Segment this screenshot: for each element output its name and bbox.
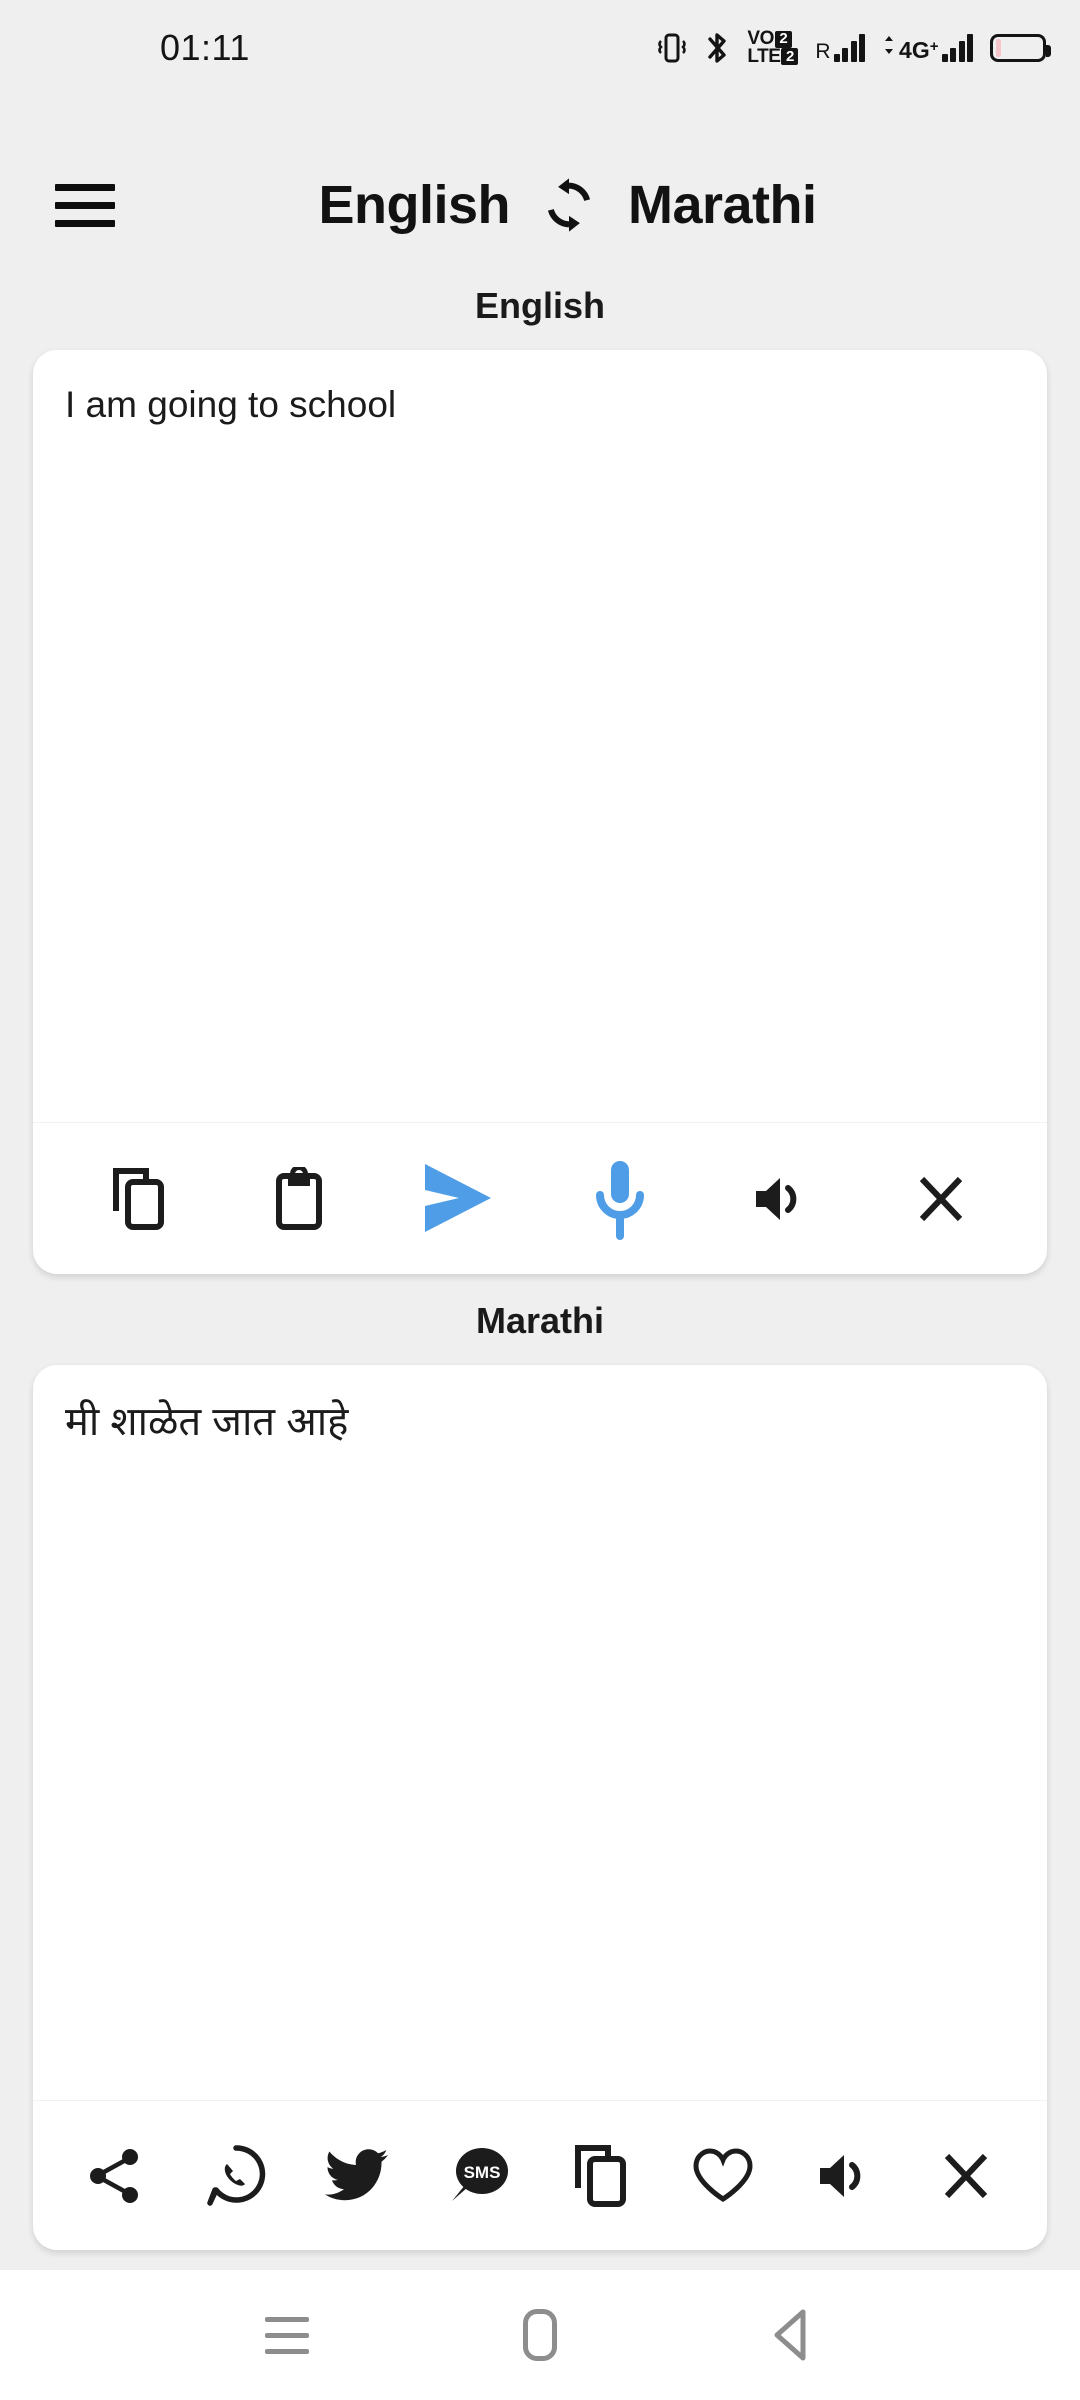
copy-button[interactable] — [558, 2133, 644, 2219]
translate-button[interactable] — [412, 1151, 508, 1247]
speak-button[interactable] — [801, 2133, 887, 2219]
volte-sim-badge-2: 2 — [781, 48, 799, 66]
status-icons: VO 2 LTE 2 R 4G + — [657, 29, 1051, 67]
favorite-button[interactable] — [680, 2133, 766, 2219]
volte-line2: LTE — [747, 46, 781, 67]
target-language-label: Marathi — [475, 1300, 605, 1341]
target-card: मी शाळेत जात आहे SMS — [33, 1365, 1047, 2250]
share-button[interactable] — [71, 2133, 157, 2219]
target-text-output[interactable]: मी शाळेत जात आहे — [33, 1365, 1047, 2100]
target-toolbar: SMS — [33, 2100, 1047, 2250]
clear-button[interactable] — [893, 1151, 989, 1247]
network-type: 4G + — [899, 37, 939, 63]
app-bar: English Marathi — [0, 150, 1080, 260]
volte-sim-badge: 2 — [774, 30, 792, 48]
roaming-letter: R — [815, 40, 831, 63]
sms-label: SMS — [464, 2163, 501, 2182]
back-icon[interactable] — [738, 2280, 848, 2390]
swap-languages-icon[interactable] — [540, 176, 598, 234]
bluetooth-icon — [704, 30, 730, 66]
menu-icon[interactable] — [55, 183, 115, 227]
roaming-signal-icon: R — [815, 34, 866, 63]
vibrate-icon — [657, 31, 687, 65]
speak-button[interactable] — [732, 1151, 828, 1247]
navigation-bar — [0, 2270, 1080, 2400]
target-language-selector[interactable]: Marathi — [628, 174, 817, 236]
status-time: 01:11 — [160, 27, 250, 68]
source-text-input[interactable]: I am going to school — [33, 350, 1047, 1122]
battery-icon — [990, 34, 1051, 62]
data-signal-bars — [941, 34, 973, 62]
paste-button[interactable] — [251, 1151, 347, 1247]
status-bar: 01:11 VO 2 LTE 2 R 4G + — [0, 0, 1080, 96]
clear-button[interactable] — [923, 2133, 1009, 2219]
source-language-selector[interactable]: English — [318, 174, 510, 236]
signal-bars — [833, 34, 866, 62]
home-icon[interactable] — [485, 2280, 595, 2390]
recents-icon[interactable] — [232, 2280, 342, 2390]
source-language-label: English — [474, 285, 605, 326]
source-card: I am going to school — [33, 350, 1047, 1274]
whatsapp-button[interactable] — [193, 2133, 279, 2219]
copy-button[interactable] — [91, 1151, 187, 1247]
sms-button[interactable]: SMS — [436, 2133, 522, 2219]
mobile-data-icon: 4G + — [882, 34, 973, 62]
language-pair: English Marathi — [115, 174, 1020, 236]
volte-icon: VO 2 LTE 2 — [747, 29, 799, 67]
app-screen: 01:11 VO 2 LTE 2 R 4G + English Marathi … — [0, 0, 1080, 2400]
voice-input-button[interactable] — [572, 1151, 668, 1247]
twitter-button[interactable] — [314, 2133, 400, 2219]
source-toolbar — [33, 1122, 1047, 1274]
